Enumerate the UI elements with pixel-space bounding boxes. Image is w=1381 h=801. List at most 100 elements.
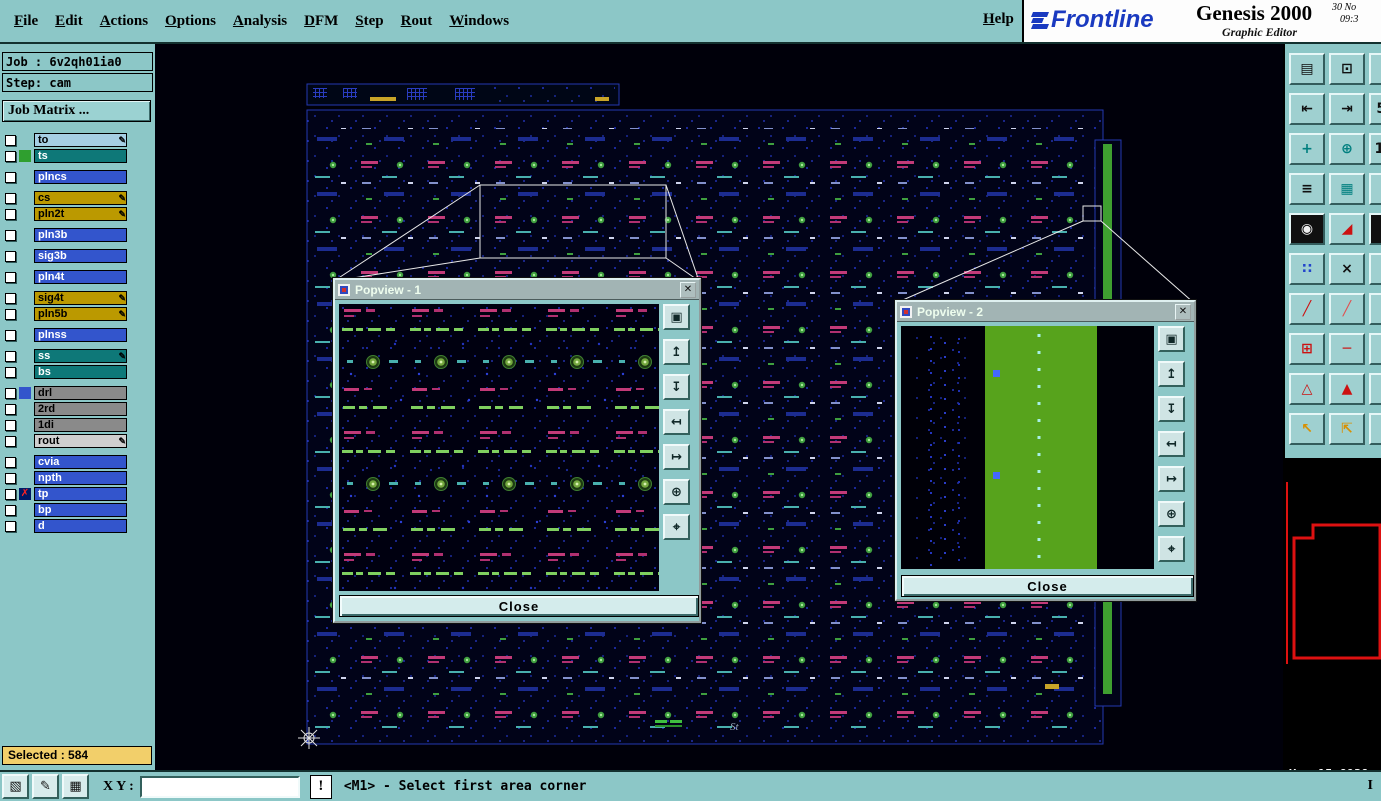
layer-checkbox[interactable] <box>5 435 16 447</box>
popview-tool-button[interactable]: ▣ <box>1158 326 1185 352</box>
layer-checkbox[interactable] <box>5 504 16 516</box>
layer-checkbox[interactable] <box>5 271 16 283</box>
tool-button[interactable]: ↺ <box>1369 413 1381 445</box>
layer-name-bar[interactable]: cs ✎ <box>34 191 127 205</box>
layer-checkbox[interactable] <box>5 488 16 500</box>
tool-button[interactable]: ⇥ <box>1329 93 1365 125</box>
tool-button[interactable]: ≡ <box>1289 173 1325 205</box>
tool-button[interactable]: ╱ <box>1329 293 1365 325</box>
layer-name-bar[interactable]: bs <box>34 365 127 379</box>
layer-name-bar[interactable]: rout ✎ <box>34 434 127 448</box>
menu-options[interactable]: Options <box>165 13 216 30</box>
statusbar-tool-button[interactable]: ✎ <box>32 774 59 799</box>
layer-checkbox[interactable] <box>5 229 16 241</box>
popview-2-viewport[interactable] <box>901 326 1154 569</box>
layer-checkbox[interactable] <box>5 456 16 468</box>
menu-windows[interactable]: Windows <box>449 13 509 30</box>
popview-tool-button[interactable]: ▣ <box>663 304 690 330</box>
layer-name-bar[interactable]: pln2t ✎ <box>34 207 127 221</box>
layer-name-bar[interactable]: ts <box>34 149 127 163</box>
menu-actions[interactable]: Actions <box>100 13 148 30</box>
tool-button[interactable]: ◩ <box>1369 173 1381 205</box>
menu-edit[interactable]: Edit <box>55 13 83 30</box>
popview-tool-button[interactable]: ↦ <box>663 444 690 470</box>
tool-button[interactable]: ⊕ <box>1329 133 1365 165</box>
layer-checkbox[interactable] <box>5 292 16 304</box>
menu-rout[interactable]: Rout <box>401 13 433 30</box>
popview-tool-button[interactable]: ↥ <box>1158 361 1185 387</box>
menu-step[interactable]: Step <box>355 13 383 30</box>
layer-name-bar[interactable]: 2rd <box>34 402 127 416</box>
statusbar-tool-button[interactable]: ▧ <box>2 774 29 799</box>
tool-button[interactable]: ⊞ <box>1289 333 1325 365</box>
layer-name-bar[interactable]: pln5b ✎ <box>34 307 127 321</box>
tool-button[interactable]: ─ <box>1329 333 1365 365</box>
menu-file[interactable]: File <box>14 13 38 30</box>
layer-name-bar[interactable]: ss ✎ <box>34 349 127 363</box>
layer-checkbox[interactable] <box>5 419 16 431</box>
popview-tool-button[interactable]: ↧ <box>1158 396 1185 422</box>
layer-name-bar[interactable]: bp <box>34 503 127 517</box>
popview-1-titlebar[interactable]: Popview - 1 ✕ <box>335 280 699 300</box>
tool-button[interactable]: 5D <box>1369 93 1381 125</box>
layer-name-bar[interactable]: sig4t ✎ <box>34 291 127 305</box>
tool-button[interactable]: △ <box>1289 373 1325 405</box>
layer-name-bar[interactable]: tp <box>34 487 127 501</box>
tool-button[interactable]: ⊟ <box>1369 333 1381 365</box>
layer-name-bar[interactable]: to ✎ <box>34 133 127 147</box>
layer-checkbox[interactable] <box>5 308 16 320</box>
layer-checkbox[interactable] <box>5 208 16 220</box>
tool-button[interactable]: ▤ <box>1289 53 1325 85</box>
popview-1-close-icon[interactable]: ✕ <box>680 281 696 298</box>
layer-name-bar[interactable]: npth <box>34 471 127 485</box>
tool-button[interactable]: ◉ <box>1289 213 1325 245</box>
overview-panel[interactable]: X = 15.8938 Y = -11.267 <box>1285 458 1381 770</box>
layer-name-bar[interactable]: cvia <box>34 455 127 469</box>
menu-dfm[interactable]: DFM <box>304 13 338 30</box>
tool-button[interactable]: ◭ <box>1369 373 1381 405</box>
layer-name-bar[interactable]: plncs <box>34 170 127 184</box>
popview-tool-button[interactable]: ↧ <box>663 374 690 400</box>
popview-tool-button[interactable]: ⊕ <box>1158 501 1185 527</box>
tool-button[interactable]: ▦ <box>1329 173 1365 205</box>
popview-1-close-button[interactable]: Close <box>339 595 699 617</box>
layer-checkbox[interactable] <box>5 366 16 378</box>
layer-name-bar[interactable]: plnss <box>34 328 127 342</box>
layer-checkbox[interactable] <box>5 329 16 341</box>
popview-tool-button[interactable]: ↤ <box>1158 431 1185 457</box>
tool-button[interactable]: ◢ <box>1329 213 1365 245</box>
tool-button[interactable]: + <box>1289 133 1325 165</box>
tool-button[interactable]: ∷ <box>1289 253 1325 285</box>
tool-button[interactable]: ∠ <box>1369 293 1381 325</box>
popview-2-close-button[interactable]: Close <box>901 575 1194 597</box>
menu-analysis[interactable]: Analysis <box>233 13 287 30</box>
tool-button[interactable]: ⇱ <box>1329 413 1365 445</box>
xy-input[interactable] <box>139 775 300 798</box>
popview-2-close-icon[interactable]: ✕ <box>1175 303 1191 320</box>
layer-checkbox[interactable] <box>5 250 16 262</box>
tool-button[interactable]: ↖ <box>1289 413 1325 445</box>
layer-checkbox[interactable] <box>5 171 16 183</box>
tool-button[interactable]: ╱ <box>1289 293 1325 325</box>
tool-button[interactable]: ▤ <box>1369 213 1381 245</box>
layer-checkbox[interactable] <box>5 520 16 532</box>
tool-button[interactable]: □ <box>1369 53 1381 85</box>
layer-name-bar[interactable]: sig3b <box>34 249 127 263</box>
tool-button[interactable]: 1:8 <box>1369 133 1381 165</box>
popview-tool-button[interactable]: ⌖ <box>663 514 690 540</box>
popview-tool-button[interactable]: ⌖ <box>1158 536 1185 562</box>
popview-tool-button[interactable]: ↤ <box>663 409 690 435</box>
layer-checkbox[interactable] <box>5 403 16 415</box>
alert-button[interactable]: ! <box>309 774 332 799</box>
layer-checkbox[interactable] <box>5 192 16 204</box>
popview-1-viewport[interactable] <box>339 304 659 591</box>
tool-button[interactable]: ○ <box>1369 253 1381 285</box>
tool-button[interactable]: ⇤ <box>1289 93 1325 125</box>
statusbar-tool-button[interactable]: ▦ <box>62 774 89 799</box>
job-matrix-button[interactable]: Job Matrix ... <box>2 100 151 122</box>
layer-checkbox[interactable] <box>5 150 16 162</box>
layer-checkbox[interactable] <box>5 350 16 362</box>
tool-button[interactable]: ⊡ <box>1329 53 1365 85</box>
tool-button[interactable]: × <box>1329 253 1365 285</box>
layer-name-bar[interactable]: drl <box>34 386 127 400</box>
